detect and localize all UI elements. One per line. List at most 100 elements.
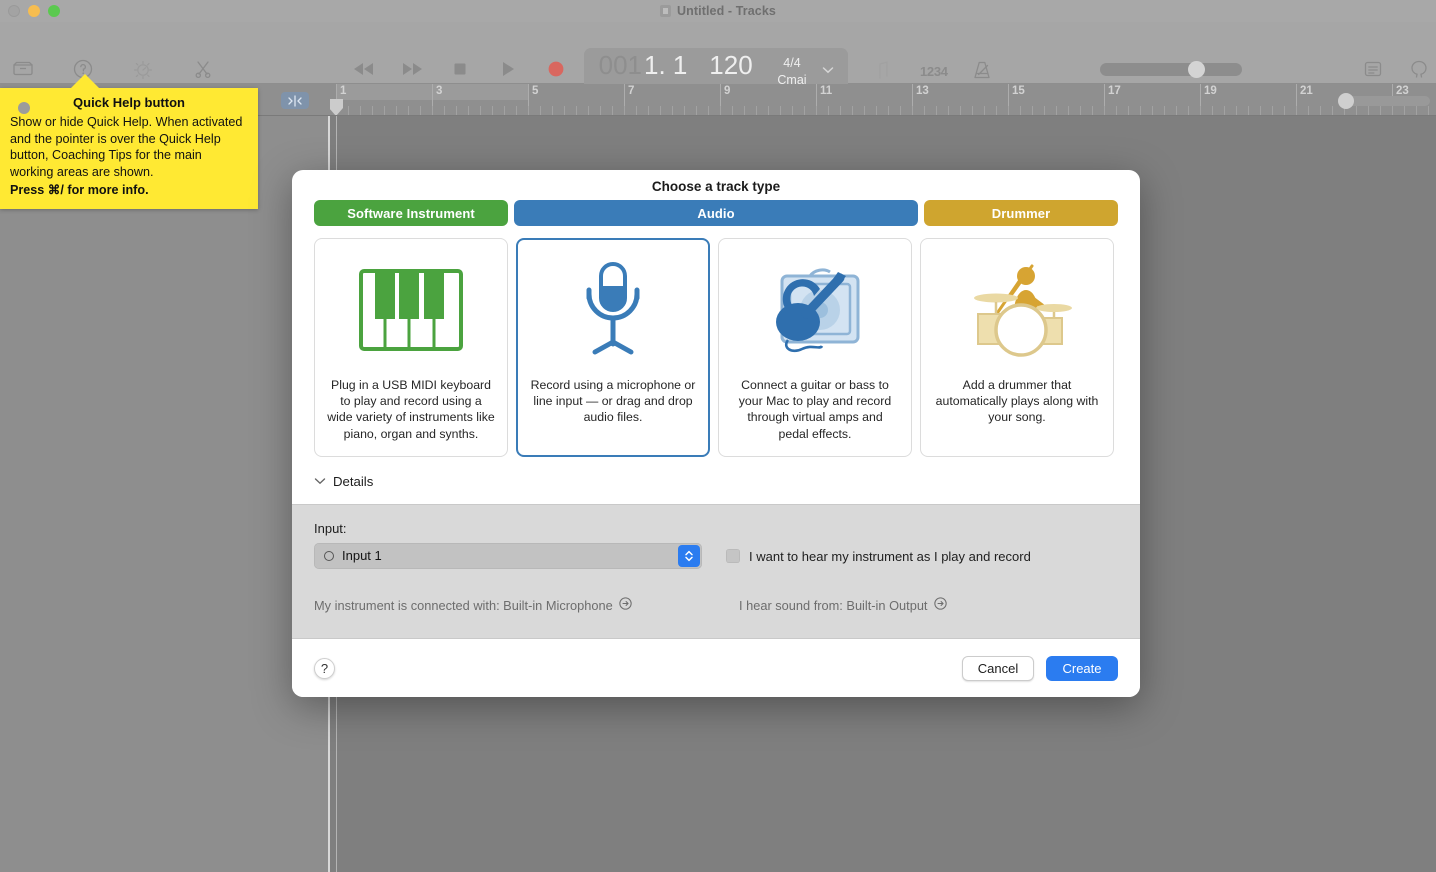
library-icon[interactable] (10, 56, 36, 82)
ruler-beat-tick (1356, 106, 1357, 115)
connected-with-text: My instrument is connected with: Built-i… (314, 598, 613, 614)
close-button[interactable] (8, 5, 20, 17)
ruler-beat-tick (1104, 106, 1105, 115)
lcd-position-value: 1. 1 (644, 50, 688, 80)
chevron-down-icon[interactable] (314, 473, 326, 491)
segment-software-instrument[interactable]: Software Instrument (314, 200, 508, 226)
ruler-beat-tick (660, 106, 661, 115)
record-button[interactable] (544, 58, 568, 80)
tuner-icon[interactable] (872, 58, 898, 84)
stop-button[interactable] (448, 58, 472, 80)
track-type-segmented-control: Software Instrument Audio Drummer (292, 200, 1140, 226)
hear-sound-from-hint[interactable]: I hear sound from: Built-in Output (739, 597, 947, 615)
piano-keys-icon (359, 257, 463, 363)
segment-audio[interactable]: Audio (514, 200, 918, 226)
ruler-scroll-knob[interactable] (1338, 93, 1354, 109)
playhead[interactable] (330, 99, 343, 115)
dialog-footer: ? Cancel Create (292, 639, 1140, 697)
editors-icon[interactable] (190, 56, 216, 82)
ruler-beat-tick (372, 106, 373, 115)
ruler-beat-tick (1308, 106, 1309, 115)
ruler-bar-number: 9 (724, 85, 731, 97)
ruler-beat-tick (960, 106, 961, 115)
ruler-beat-tick (588, 106, 589, 115)
ruler-beat-tick (480, 106, 481, 115)
drum-kit-icon (954, 257, 1080, 363)
ruler-scroll-handle[interactable] (1338, 93, 1430, 109)
arrow-right-circle-icon[interactable] (933, 597, 947, 615)
metronome-icon[interactable] (970, 58, 996, 84)
details-disclosure[interactable]: Details (292, 457, 1140, 504)
dialog-title: Choose a track type (651, 179, 781, 194)
ruler-beat-tick (1068, 106, 1069, 115)
track-headers-panel (0, 116, 328, 872)
ruler-beat-tick (444, 106, 445, 115)
maximize-button[interactable] (48, 5, 60, 17)
play-button[interactable] (496, 58, 520, 80)
ruler-beat-tick (636, 106, 637, 115)
minimize-button[interactable] (28, 5, 40, 17)
ruler-beat-tick (1212, 106, 1213, 115)
monitor-checkbox-row[interactable]: I want to hear my instrument as I play a… (726, 549, 1031, 564)
drummer-card[interactable]: Add a drummer that automatically plays a… (920, 238, 1114, 457)
ruler-beat-tick (708, 106, 709, 115)
ruler-beat-tick (1128, 106, 1129, 115)
arrow-right-circle-icon[interactable] (619, 597, 632, 615)
timeline-ruler[interactable]: 1 3 5 7 9 11 13 15 17 19 21 23 (330, 84, 1436, 116)
ruler-beat-tick (456, 106, 457, 115)
segment-drummer[interactable]: Drummer (924, 200, 1118, 226)
chevron-down-icon[interactable] (820, 63, 836, 81)
ruler-beat-tick (732, 106, 733, 115)
ruler-beat-tick (672, 106, 673, 115)
toolbar-left-icons (10, 56, 216, 82)
ruler-beat-tick (504, 106, 505, 115)
ruler-beat-tick (624, 106, 625, 115)
ruler-beat-tick (384, 106, 385, 115)
ruler-beat-tick (936, 106, 937, 115)
snap-to-grid-button[interactable] (281, 92, 309, 109)
ruler-beat-tick (720, 106, 721, 115)
ruler-beat-tick (396, 106, 397, 115)
ruler-beat-tick (828, 106, 829, 115)
ruler-beat-tick (1272, 106, 1273, 115)
tooltip-arrow (70, 74, 100, 89)
create-button[interactable]: Create (1046, 655, 1118, 681)
master-volume-knob[interactable] (1188, 61, 1205, 78)
ruler-bar-number: 15 (1012, 85, 1025, 97)
ruler-bar-number: 11 (820, 85, 833, 97)
ruler-beat-tick (348, 106, 349, 115)
rewind-button[interactable] (352, 58, 376, 80)
monitor-checkbox[interactable] (726, 549, 740, 564)
ruler-beat-tick (552, 106, 553, 115)
ruler-beat-tick (516, 106, 517, 115)
guitar-amp-icon (752, 257, 878, 363)
connected-with-hint[interactable]: My instrument is connected with: Built-i… (314, 597, 632, 615)
count-in-icon[interactable]: 1234 (920, 64, 948, 79)
input-select-stepper[interactable] (678, 544, 700, 567)
forward-button[interactable] (400, 58, 424, 80)
ruler-beat-tick (564, 106, 565, 115)
software-instrument-card[interactable]: Plug in a USB MIDI keyboard to play and … (314, 238, 508, 457)
ruler-beat-tick (648, 106, 649, 115)
loop-browser-icon[interactable] (1408, 58, 1434, 84)
smart-controls-icon[interactable] (130, 56, 156, 82)
cancel-button[interactable]: Cancel (962, 655, 1034, 681)
ruler-beat-tick (1224, 106, 1225, 115)
ruler-beat-tick (1404, 106, 1405, 115)
help-button[interactable]: ? (314, 657, 335, 679)
ruler-beat-tick (1284, 106, 1285, 115)
audio-guitar-card[interactable]: Connect a guitar or bass to your Mac to … (718, 238, 912, 457)
notes-icon[interactable] (1362, 58, 1388, 84)
input-select[interactable]: Input 1 (314, 542, 702, 569)
ruler-beat-tick (1092, 106, 1093, 115)
ruler-beat-tick (1188, 106, 1189, 115)
ruler-beat-tick (492, 106, 493, 115)
ruler-beat-tick (1164, 106, 1165, 115)
window-title: Untitled - Tracks (677, 4, 776, 18)
ruler-beat-tick (1320, 106, 1321, 115)
master-volume-slider[interactable] (1100, 61, 1242, 78)
ruler-beat-tick (1140, 106, 1141, 115)
tooltip-body: Show or hide Quick Help. When activated … (10, 114, 243, 180)
audio-microphone-card[interactable]: Record using a microphone or line input … (516, 238, 710, 457)
ruler-beat-tick (816, 106, 817, 115)
